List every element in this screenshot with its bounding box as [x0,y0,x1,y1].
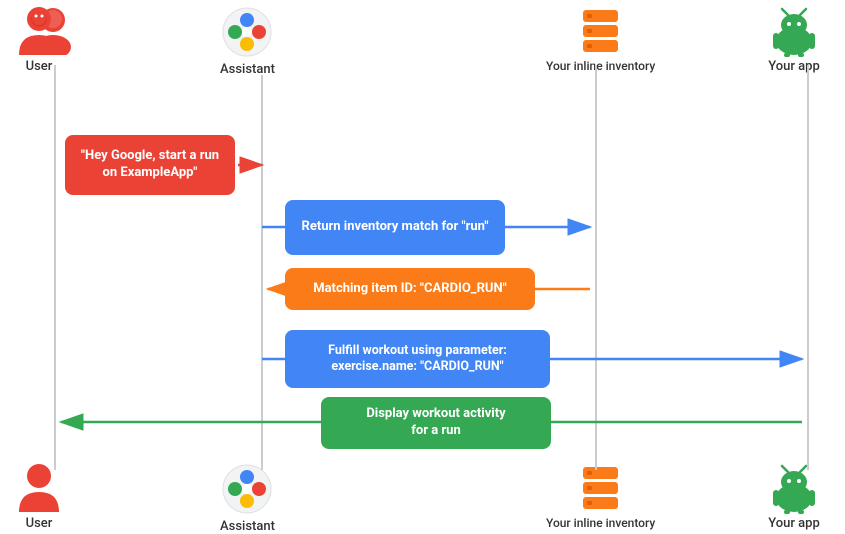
message-return-inventory: Return inventory match for "run" [285,200,505,255]
message-matching-item: Matching item ID: "CARDIO_RUN" [285,268,535,310]
sequence-diagram: User Assistant Your inline inventory [0,0,845,528]
message-fulfill-workout: Fulfill workout using parameter: exercis… [285,330,550,388]
message-display-workout: Display workout activity for a run [321,397,551,449]
message-hey-google: "Hey Google, start a run on ExampleApp" [65,135,235,195]
